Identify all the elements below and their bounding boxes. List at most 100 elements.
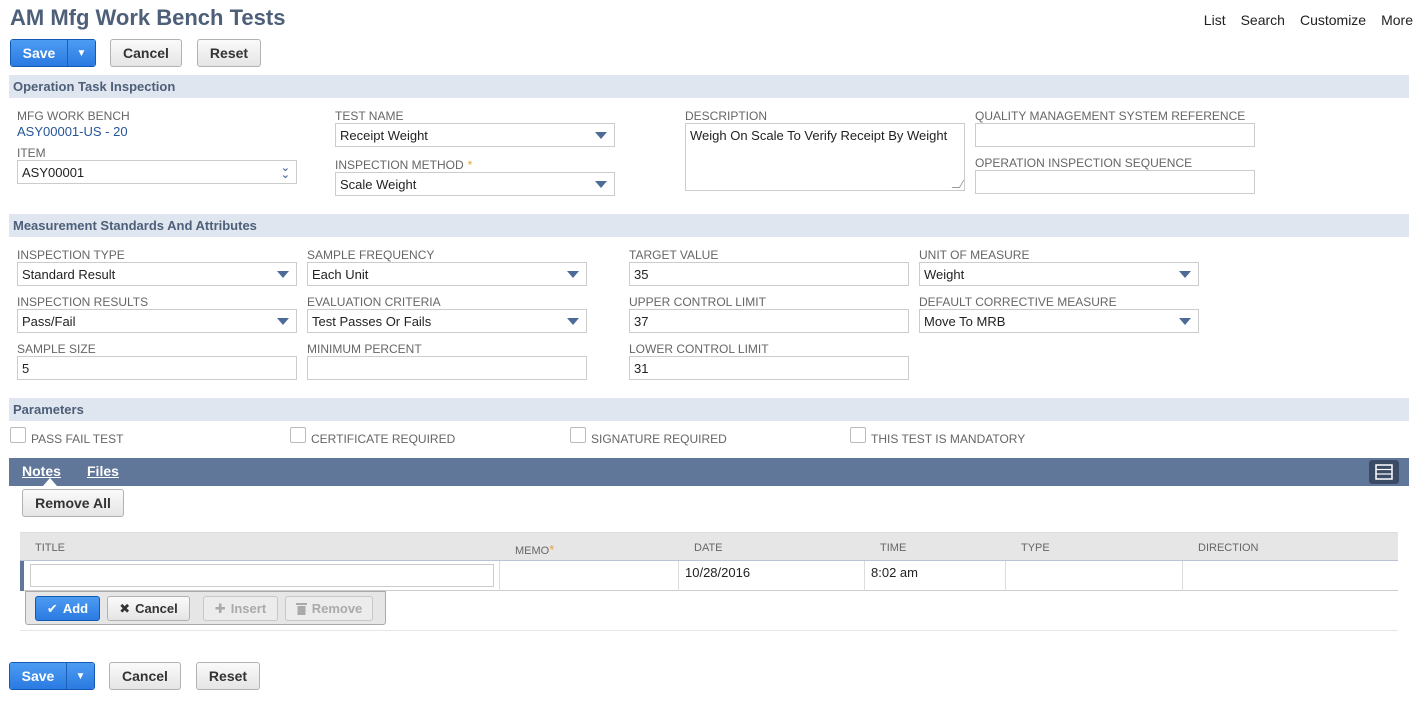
item-label: ITEM [17,146,46,160]
col-time: TIME [880,542,907,554]
nav-customize-link[interactable]: Customize [1300,12,1366,28]
description-label: DESCRIPTION [685,109,768,123]
test-name-value: Receipt Weight [340,128,428,143]
mandatory-test-checkbox[interactable] [850,427,866,443]
test-name-select[interactable]: Receipt Weight [335,123,615,147]
description-value: Weigh On Scale To Verify Receipt By Weig… [690,128,948,143]
section-measurement-standards: Measurement Standards And Attributes [9,214,1409,237]
default-corrective-measure-select[interactable]: Move To MRB [919,309,1199,333]
mfg-work-bench-link[interactable]: ASY00001-US - 20 [17,124,128,139]
save-button-group-bottom: Save ▼ [9,662,95,690]
notes-table-header: TITLE MEMO* DATE TIME TYPE DIRECTION [20,532,1398,560]
subtab-bar: Notes Files [9,458,1409,486]
note-type-cell[interactable] [1005,561,1182,591]
certificate-required-label: CERTIFICATE REQUIRED [311,432,456,446]
inspection-results-value: Pass/Fail [22,314,76,329]
row-action-bar: ✔ Add ✖ Cancel ✚ Insert Remove [25,591,386,625]
reset-button[interactable]: Reset [196,662,260,690]
op-inspection-sequence-input[interactable] [975,170,1255,194]
save-options-dropdown[interactable]: ▼ [67,40,95,66]
col-date: DATE [694,542,723,554]
resize-grip-icon[interactable] [951,180,965,188]
item-select[interactable]: ASY00001 ⌄ ⌄ [17,160,297,184]
tab-notes[interactable]: Notes [22,463,61,479]
inspection-method-select[interactable]: Scale Weight [335,172,615,196]
evaluation-criteria-label: EVALUATION CRITERIA [307,295,441,309]
certificate-required-checkbox[interactable] [290,427,306,443]
col-title: TITLE [35,542,65,554]
dropdown-arrow-icon [595,181,607,188]
page-title: AM Mfg Work Bench Tests [10,5,286,30]
save-button[interactable]: Save [10,663,66,689]
nav-more-link[interactable]: More [1381,12,1413,28]
inspection-type-select[interactable]: Standard Result [17,262,297,286]
dropdown-arrow-icon [567,318,579,325]
note-time-cell[interactable]: 8:02 am [864,561,1005,591]
sample-frequency-select[interactable]: Each Unit [307,262,587,286]
save-button-group: Save ▼ [10,39,96,67]
layout-toggle-button[interactable] [1369,460,1399,484]
add-row-label: Add [62,601,89,616]
sample-size-input[interactable]: 5 [17,356,297,380]
qms-reference-label: QUALITY MANAGEMENT SYSTEM REFERENCE [975,109,1246,123]
mandatory-test-label: THIS TEST IS MANDATORY [871,432,1026,446]
note-direction-cell[interactable] [1182,561,1398,591]
trash-icon [295,603,307,615]
lower-control-limit-input[interactable]: 31 [629,356,909,380]
cancel-row-button[interactable]: ✖ Cancel [107,596,190,621]
add-row-button[interactable]: ✔ Add [35,596,100,621]
plus-icon: ✚ [214,600,226,616]
unit-of-measure-value: Weight [924,267,965,282]
dropdown-arrow-icon [595,132,607,139]
default-corrective-measure-value: Move To MRB [924,314,1006,329]
layout-icon [1375,464,1393,480]
col-type: TYPE [1021,542,1050,554]
evaluation-criteria-value: Test Passes Or Fails [312,314,432,329]
inspection-results-select[interactable]: Pass/Fail [17,309,297,333]
mfg-work-bench-label: MFG WORK BENCH [17,109,130,123]
nav-list-link[interactable]: List [1204,12,1226,28]
pass-fail-test-checkbox[interactable] [10,427,26,443]
sample-frequency-value: Each Unit [312,267,369,282]
sample-size-label: SAMPLE SIZE [17,342,96,356]
cancel-button[interactable]: Cancel [109,662,181,690]
pass-fail-test-label: PASS FAIL TEST [31,432,124,446]
note-date-cell[interactable]: 10/28/2016 [678,561,864,591]
reset-button[interactable]: Reset [197,39,261,67]
upper-control-limit-input[interactable]: 37 [629,309,909,333]
inspection-type-value: Standard Result [22,267,116,282]
col-memo-text: MEMO [515,545,550,557]
note-title-input[interactable] [30,564,494,587]
target-value-input[interactable]: 35 [629,262,909,286]
qms-reference-input[interactable] [975,123,1255,147]
item-value: ASY00001 [22,165,85,180]
nav-search-link[interactable]: Search [1241,12,1285,28]
inspection-method-label-text: INSPECTION METHOD [335,158,464,172]
section-parameters: Parameters [9,398,1409,421]
table-row: 10/28/2016 8:02 am [20,560,1398,591]
insert-row-button[interactable]: ✚ Insert [203,596,278,621]
unit-of-measure-select[interactable]: Weight [919,262,1199,286]
description-textarea[interactable]: Weigh On Scale To Verify Receipt By Weig… [685,123,965,191]
save-options-dropdown[interactable]: ▼ [66,663,94,689]
save-button[interactable]: Save [11,40,67,66]
triangle-down-icon: ▼ [76,47,87,59]
required-asterisk: * [467,158,473,172]
minimum-percent-input[interactable] [307,356,587,380]
tab-files[interactable]: Files [87,463,119,479]
evaluation-criteria-select[interactable]: Test Passes Or Fails [307,309,587,333]
remove-all-button[interactable]: Remove All [22,489,124,517]
col-memo: MEMO* [515,542,554,557]
note-memo-cell[interactable] [499,561,678,591]
signature-required-checkbox[interactable] [570,427,586,443]
top-nav: List Search Customize More [1204,12,1413,28]
minimum-percent-label: MINIMUM PERCENT [307,342,422,356]
row-selection-bar [20,561,24,591]
double-chevron-down-icon[interactable]: ⌄ ⌄ [281,163,290,181]
active-tab-indicator [43,478,57,486]
op-inspection-sequence-label: OPERATION INSPECTION SEQUENCE [975,156,1193,170]
dropdown-arrow-icon [1179,318,1191,325]
cancel-button[interactable]: Cancel [110,39,182,67]
col-direction: DIRECTION [1198,542,1259,554]
remove-row-button[interactable]: Remove [285,596,373,621]
